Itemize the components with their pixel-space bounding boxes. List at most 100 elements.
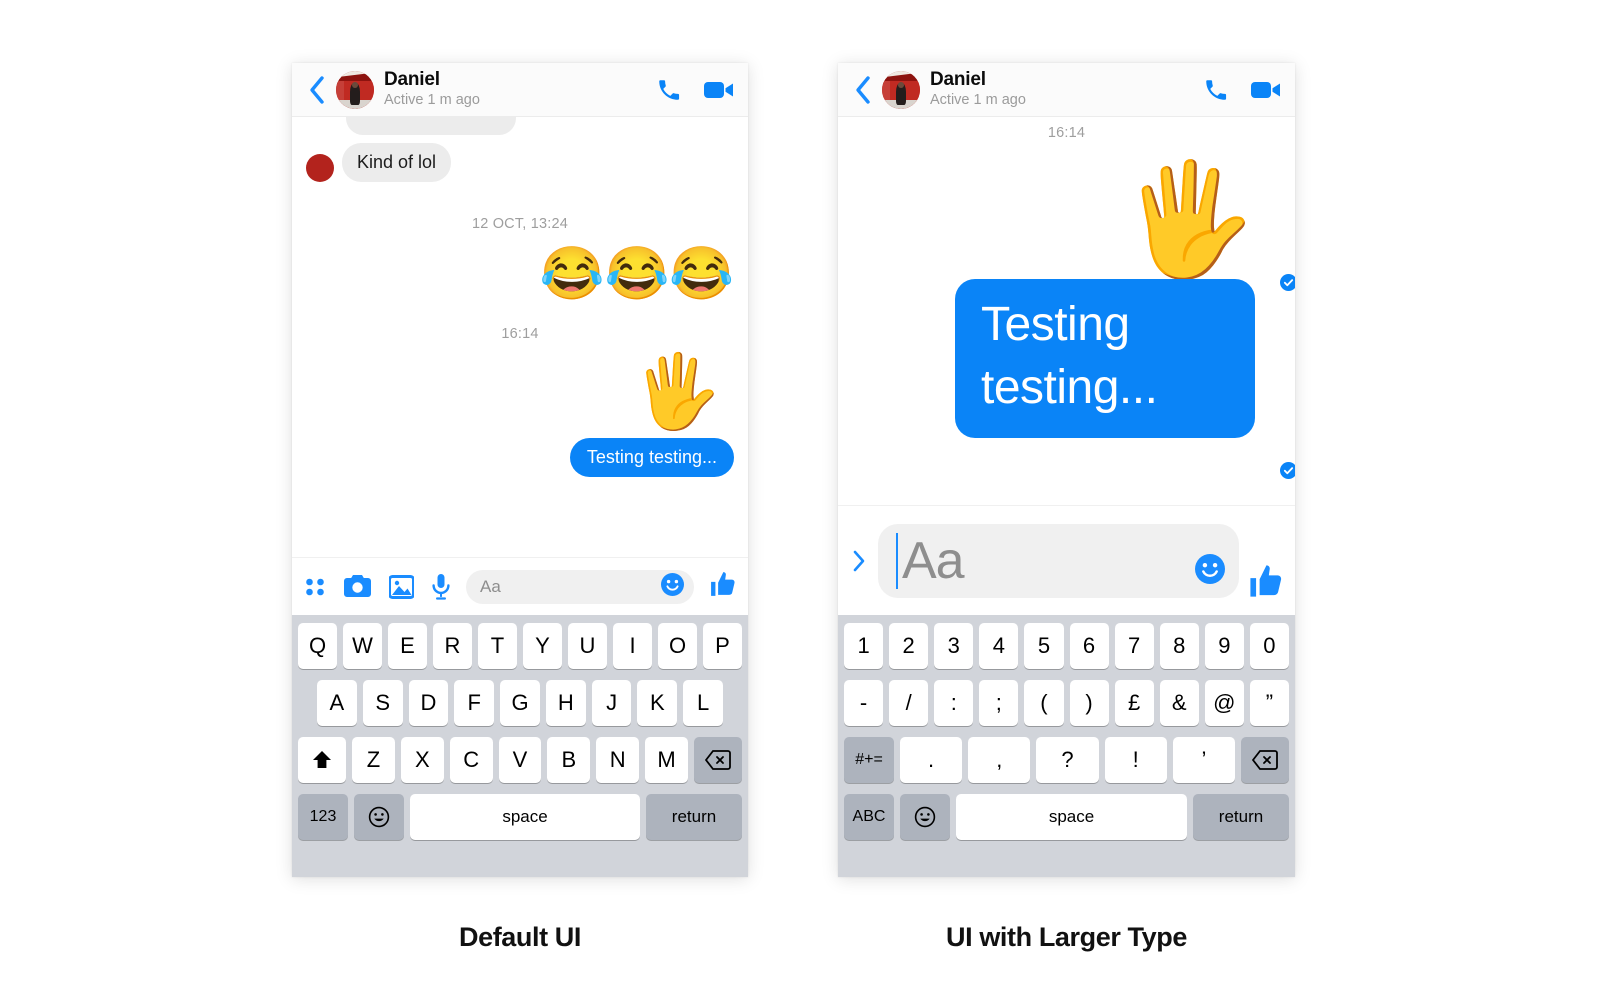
key-q[interactable]: Q (298, 623, 337, 669)
waving-hand-emoji-message[interactable]: 🖐 (632, 356, 722, 428)
video-camera-icon[interactable] (1251, 79, 1281, 101)
key-5[interactable]: 5 (1024, 623, 1064, 669)
key-p[interactable]: P (703, 623, 742, 669)
key-colon[interactable]: : (934, 680, 974, 726)
message-input-right[interactable]: Aa (878, 523, 1239, 598)
back-chevron-icon[interactable] (852, 74, 874, 106)
input-placeholder: Aa (902, 531, 965, 590)
key-2[interactable]: 2 (889, 623, 929, 669)
keyboard-left[interactable]: Q W E R T Y U I O P A S D F G H J K L Z … (292, 615, 748, 877)
key-period[interactable]: . (900, 737, 963, 783)
key-k[interactable]: K (637, 680, 678, 726)
key-numeric-mode[interactable]: 123 (298, 794, 348, 840)
key-t[interactable]: T (478, 623, 517, 669)
header-name-block[interactable]: Daniel Active 1 m ago (384, 70, 656, 108)
header-name-block[interactable]: Daniel Active 1 m ago (930, 70, 1203, 108)
key-w[interactable]: W (343, 623, 382, 669)
back-chevron-icon[interactable] (306, 74, 328, 106)
incoming-message-bubble[interactable]: Kind of lol (342, 143, 452, 182)
phone-call-icon[interactable] (656, 77, 682, 103)
smiley-face-icon[interactable] (661, 572, 684, 601)
laughing-emoji-message[interactable]: 😂😂😂 (540, 248, 734, 300)
avatar[interactable] (882, 70, 920, 109)
key-0[interactable]: 0 (1249, 623, 1289, 669)
key-4[interactable]: 4 (979, 623, 1019, 669)
video-camera-icon[interactable] (704, 79, 734, 101)
key-return[interactable]: return (1193, 794, 1289, 840)
keyboard-row-3: #+= . , ? ! ’ (841, 737, 1292, 783)
key-8[interactable]: 8 (1159, 623, 1199, 669)
key-e[interactable]: E (388, 623, 427, 669)
key-s[interactable]: S (362, 680, 403, 726)
waving-hand-emoji-message[interactable]: 🖐 (1120, 165, 1257, 275)
keyboard-row-1: 1 2 3 4 5 6 7 8 9 0 (841, 623, 1292, 669)
key-slash[interactable]: / (889, 680, 929, 726)
message-thread-right[interactable]: 16:14 🖐 Testing testing... (838, 117, 1295, 557)
photo-library-icon[interactable] (389, 574, 414, 599)
microphone-icon[interactable] (432, 573, 450, 600)
key-symbol-mode[interactable]: #+= (844, 737, 894, 783)
four-dots-icon[interactable] (304, 576, 326, 598)
phone-call-icon[interactable] (1203, 77, 1229, 103)
key-pound[interactable]: £ (1114, 680, 1154, 726)
thumbs-up-icon[interactable] (710, 571, 736, 602)
key-alpha-mode[interactable]: ABC (844, 794, 894, 840)
key-z[interactable]: Z (352, 737, 395, 783)
avatar[interactable] (336, 70, 374, 109)
key-f[interactable]: F (454, 680, 495, 726)
key-x[interactable]: X (400, 737, 444, 783)
contact-name: Daniel (384, 69, 440, 91)
keyboard-row-4: 123 space return (295, 794, 745, 840)
key-return[interactable]: return (646, 794, 742, 840)
key-n[interactable]: N (596, 737, 640, 783)
key-m[interactable]: M (645, 737, 689, 783)
key-space[interactable]: space (410, 794, 640, 840)
emoji-smiley-icon[interactable] (354, 794, 404, 840)
backspace-delete-icon[interactable] (1241, 737, 1290, 783)
key-b[interactable]: B (547, 737, 591, 783)
key-u[interactable]: U (568, 623, 607, 669)
key-quote[interactable]: ” (1249, 680, 1289, 726)
smiley-face-icon[interactable] (1195, 553, 1225, 589)
camera-icon[interactable] (344, 575, 371, 598)
key-o[interactable]: O (658, 623, 697, 669)
key-exclamation[interactable]: ! (1104, 737, 1167, 783)
key-paren-close[interactable]: ) (1069, 680, 1109, 726)
key-c[interactable]: C (449, 737, 493, 783)
outgoing-message-bubble[interactable]: Testing testing... (955, 279, 1255, 438)
key-ampersand[interactable]: & (1159, 680, 1199, 726)
keyboard-right[interactable]: 1 2 3 4 5 6 7 8 9 0 - / : ; ( ) £ & @ ” … (838, 615, 1295, 877)
shift-arrow-icon[interactable] (298, 737, 346, 783)
key-l[interactable]: L (683, 680, 724, 726)
key-at[interactable]: @ (1204, 680, 1244, 726)
key-question[interactable]: ? (1036, 737, 1099, 783)
outgoing-message-bubble[interactable]: Testing testing... (569, 437, 734, 477)
message-input-left[interactable]: Aa (466, 569, 694, 604)
key-9[interactable]: 9 (1204, 623, 1244, 669)
key-v[interactable]: V (498, 737, 542, 783)
key-y[interactable]: Y (523, 623, 562, 669)
key-space[interactable]: space (956, 794, 1187, 840)
key-comma[interactable]: , (968, 737, 1031, 783)
key-hyphen[interactable]: - (844, 680, 884, 726)
thumbs-up-icon[interactable] (1249, 564, 1283, 603)
chevron-right-icon[interactable] (850, 546, 868, 576)
key-a[interactable]: A (316, 680, 357, 726)
key-r[interactable]: R (433, 623, 472, 669)
message-thread-left[interactable]: Kind of lol 12 OCT, 13:24 😂😂😂 16:14 🖐 Te… (292, 117, 748, 617)
key-d[interactable]: D (408, 680, 449, 726)
key-apostrophe[interactable]: ’ (1172, 737, 1236, 783)
emoji-smiley-icon[interactable] (900, 794, 950, 840)
key-i[interactable]: I (613, 623, 652, 669)
key-h[interactable]: H (545, 680, 586, 726)
text-caret (896, 532, 898, 589)
backspace-delete-icon[interactable] (694, 737, 743, 783)
key-j[interactable]: J (591, 680, 632, 726)
key-semicolon[interactable]: ; (979, 680, 1019, 726)
key-g[interactable]: G (500, 680, 540, 726)
key-1[interactable]: 1 (844, 623, 884, 669)
key-7[interactable]: 7 (1114, 623, 1154, 669)
key-3[interactable]: 3 (934, 623, 974, 669)
key-paren-open[interactable]: ( (1024, 680, 1064, 726)
key-6[interactable]: 6 (1069, 623, 1109, 669)
